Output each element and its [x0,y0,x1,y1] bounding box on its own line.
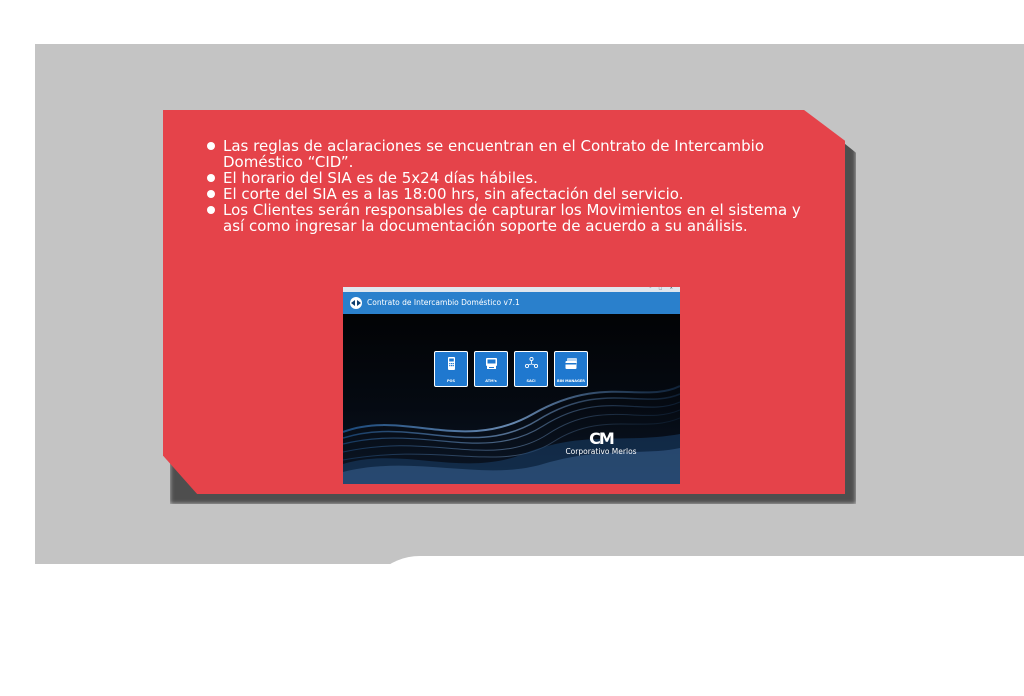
tile-label: BIN MANAGER [557,379,585,383]
bullet-dot-icon [207,174,215,182]
tile-pos[interactable]: POS [434,351,468,387]
bullet-item: Las reglas de aclaraciones se encuentran… [205,138,825,170]
bottom-curve-decoration [360,556,1024,696]
app-screenshot: – □ ✕ Contrato de Intercambio Doméstico … [343,287,680,484]
bullet-list: Las reglas de aclaraciones se encuentran… [205,138,825,234]
bullet-item: El corte del SIA es a las 18:00 hrs, sin… [205,186,825,202]
network-people-icon [524,356,539,369]
brand-logo: CM Corporativo Merlos [556,429,646,457]
tile-atms[interactable]: ATM's [474,351,508,387]
tile-label: POS [446,379,456,383]
bullet-item: El horario del SIA es de 5x24 días hábil… [205,170,825,186]
brand-mark: CM [589,429,615,448]
wave-background [343,385,680,484]
app-logo-icon [350,297,362,309]
window-controls[interactable]: – □ ✕ [649,287,676,290]
bullet-dot-icon [207,190,215,198]
tile-saci[interactable]: SACI [514,351,548,387]
tile-label: SACI [526,379,536,383]
app-title: Contrato de Intercambio Doméstico v7.1 [367,298,520,307]
tile-bin-manager[interactable]: BIN MANAGER [554,351,588,387]
bullet-dot-icon [207,142,215,150]
module-tiles: POS ATM's SACI BIN MANAGER [434,351,588,387]
app-body: POS ATM's SACI BIN MANAGER CM Corporativ… [343,314,680,484]
brand-name: Corporativo Merlos [565,447,637,456]
bullet-text: Los Clientes serán responsables de captu… [223,201,801,235]
app-header: Contrato de Intercambio Doméstico v7.1 [343,292,680,314]
pos-terminal-icon [448,357,455,370]
bullet-dot-icon [207,206,215,214]
bullet-item: Los Clientes serán responsables de captu… [205,202,825,234]
cards-icon [565,358,577,369]
atm-icon [486,358,497,369]
tile-label: ATM's [485,379,497,383]
bullet-text: Las reglas de aclaraciones se encuentran… [223,137,765,171]
